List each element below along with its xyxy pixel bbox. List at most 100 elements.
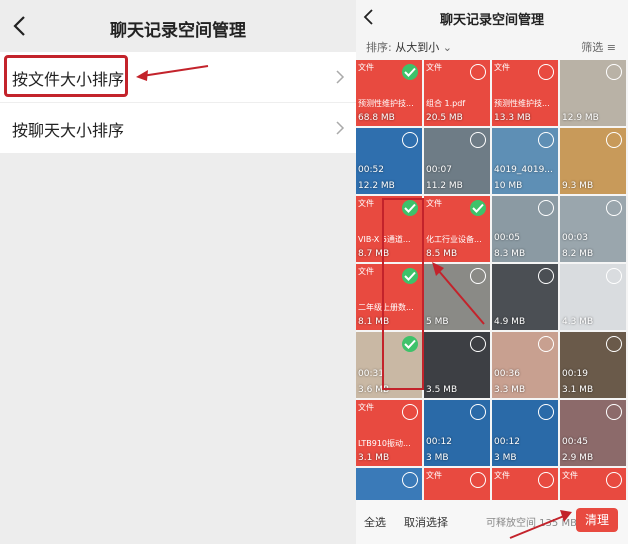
file-name: 组合 1.pdf bbox=[426, 99, 466, 108]
file-size: 13.3 MB bbox=[494, 113, 531, 123]
file-tile[interactable]: 文件 组合 1.pdf 20.5 MB bbox=[424, 60, 490, 126]
video-duration: 00:19 bbox=[562, 369, 588, 379]
file-name: LTB910振动... bbox=[358, 439, 411, 448]
file-type-label: 文件 bbox=[358, 267, 374, 276]
file-size: 3.1 MB bbox=[358, 453, 390, 463]
file-size: 9.3 MB bbox=[562, 181, 594, 191]
file-size: 2.9 MB bbox=[562, 453, 594, 463]
file-type-label: 文件 bbox=[358, 199, 374, 208]
file-type-label: 文件 bbox=[426, 199, 442, 208]
file-type-label: 文件 bbox=[494, 63, 510, 72]
file-tile[interactable]: 文件 预测性维护技... 68.8 MB bbox=[356, 60, 422, 126]
file-size: 3.1 MB bbox=[562, 385, 594, 395]
file-tile[interactable]: 12.9 MB bbox=[560, 60, 626, 126]
select-checkbox[interactable] bbox=[470, 64, 486, 80]
file-type-label: 文件 bbox=[358, 63, 374, 72]
select-checkbox[interactable] bbox=[402, 132, 418, 148]
file-tile[interactable]: 00:05 8.3 MB bbox=[492, 196, 558, 262]
filter-label: 筛选 bbox=[581, 41, 604, 54]
clean-button[interactable]: 清理 bbox=[576, 508, 618, 532]
file-tile[interactable]: 00:45 2.9 MB bbox=[560, 400, 626, 466]
file-name: 预测性维护技... bbox=[494, 99, 550, 108]
select-checkbox[interactable] bbox=[470, 472, 486, 488]
select-checkbox[interactable] bbox=[470, 336, 486, 352]
file-tile[interactable]: 文件预测性维护技... 13.3 MB bbox=[492, 60, 558, 126]
video-duration: 00:52 bbox=[358, 165, 384, 175]
select-checkbox[interactable] bbox=[402, 404, 418, 420]
file-tile[interactable]: 文件 化工行业设备... 8.5 MB bbox=[424, 196, 490, 262]
file-tile[interactable]: 00:36 3.3 MB bbox=[492, 332, 558, 398]
file-size: 3 MB bbox=[426, 453, 449, 463]
file-tile[interactable]: 文件 LTB910振动... 3.1 MB bbox=[356, 400, 422, 466]
file-tile[interactable]: 00:03 8.2 MB bbox=[560, 196, 626, 262]
select-checkbox[interactable] bbox=[470, 132, 486, 148]
chevron-right-icon bbox=[336, 121, 345, 135]
file-tile[interactable]: 3.5 MB bbox=[424, 332, 490, 398]
file-tile[interactable]: 4.3 MB bbox=[560, 264, 626, 330]
annotation-highlight-box bbox=[382, 198, 424, 390]
select-checkbox[interactable] bbox=[606, 404, 622, 420]
file-tile[interactable]: 00:12 3 MB bbox=[492, 400, 558, 466]
file-type-label: 文件 bbox=[562, 471, 578, 480]
select-checkbox[interactable] bbox=[606, 200, 622, 216]
annotation-arrow-icon bbox=[432, 262, 485, 325]
select-checkbox[interactable] bbox=[538, 64, 554, 80]
select-checkbox[interactable] bbox=[538, 404, 554, 420]
video-duration: 00:31 bbox=[358, 369, 384, 379]
select-checkbox[interactable] bbox=[538, 336, 554, 352]
select-all-button[interactable]: 全选 bbox=[364, 514, 386, 530]
video-duration: 00:12 bbox=[426, 437, 452, 447]
video-duration: 00:05 bbox=[494, 233, 520, 243]
file-tile[interactable]: 00:52 12.2 MB bbox=[356, 128, 422, 194]
file-size: 12.9 MB bbox=[562, 113, 599, 123]
select-checkbox[interactable] bbox=[402, 64, 418, 80]
annotation-arrow-icon bbox=[509, 510, 572, 539]
file-size: 10 MB bbox=[494, 181, 523, 191]
cancel-selection-button[interactable]: 取消选择 bbox=[404, 514, 448, 530]
page-title: 聊天记录空间管理 bbox=[110, 21, 246, 41]
file-tile[interactable]: 00:07 11.2 MB bbox=[424, 128, 490, 194]
checkmark-icon bbox=[404, 67, 416, 77]
file-tile[interactable]: 00:19 3.1 MB bbox=[560, 332, 626, 398]
left-top-bar: 聊天记录空间管理 bbox=[0, 0, 356, 52]
sort-by-chat-size-item[interactable]: 按聊天大小排序 bbox=[0, 103, 356, 153]
sort-bar: 排序: 从大到小 ⌄ 筛选 ≡ bbox=[356, 34, 628, 58]
annotation-arrow-icon bbox=[136, 65, 209, 81]
select-checkbox[interactable] bbox=[470, 200, 486, 216]
select-checkbox[interactable] bbox=[538, 200, 554, 216]
file-tile[interactable]: 00:12 3 MB bbox=[424, 400, 490, 466]
file-type-label: 文件 bbox=[358, 403, 374, 412]
chevron-right-icon bbox=[336, 70, 345, 84]
file-size: 8.3 MB bbox=[494, 249, 526, 259]
file-size: 12.2 MB bbox=[358, 181, 395, 191]
video-duration: 00:07 bbox=[426, 165, 452, 175]
sort-label: 排序: bbox=[366, 41, 392, 54]
select-checkbox[interactable] bbox=[606, 336, 622, 352]
file-size: 3.3 MB bbox=[494, 385, 526, 395]
select-checkbox[interactable] bbox=[606, 132, 622, 148]
select-checkbox[interactable] bbox=[606, 472, 622, 488]
file-tile[interactable]: 4.9 MB bbox=[492, 264, 558, 330]
select-checkbox[interactable] bbox=[606, 268, 622, 284]
annotation-highlight-box bbox=[4, 55, 128, 97]
filter-button[interactable]: 筛选 ≡ bbox=[581, 39, 616, 55]
video-duration: 00:45 bbox=[562, 437, 588, 447]
file-size: 3.5 MB bbox=[426, 385, 458, 395]
file-tile[interactable]: 4019_4019... 10 MB bbox=[492, 128, 558, 194]
left-screen: 聊天记录空间管理 按文件大小排序 按聊天大小排序 bbox=[0, 0, 356, 544]
select-checkbox[interactable] bbox=[402, 472, 418, 488]
select-checkbox[interactable] bbox=[538, 132, 554, 148]
file-size: 11.2 MB bbox=[426, 181, 463, 191]
file-size: 4.3 MB bbox=[562, 317, 594, 327]
select-checkbox[interactable] bbox=[538, 472, 554, 488]
filter-icon: ≡ bbox=[606, 41, 616, 54]
file-tile[interactable]: 9.3 MB bbox=[560, 128, 626, 194]
select-checkbox[interactable] bbox=[470, 404, 486, 420]
select-checkbox[interactable] bbox=[538, 268, 554, 284]
sort-dropdown[interactable]: 排序: 从大到小 ⌄ bbox=[366, 39, 452, 55]
file-type-label: 文件 bbox=[426, 63, 442, 72]
select-checkbox[interactable] bbox=[606, 64, 622, 80]
file-type-label: 文件 bbox=[426, 471, 442, 480]
file-size: 68.8 MB bbox=[358, 113, 395, 123]
file-size: 3 MB bbox=[494, 453, 517, 463]
